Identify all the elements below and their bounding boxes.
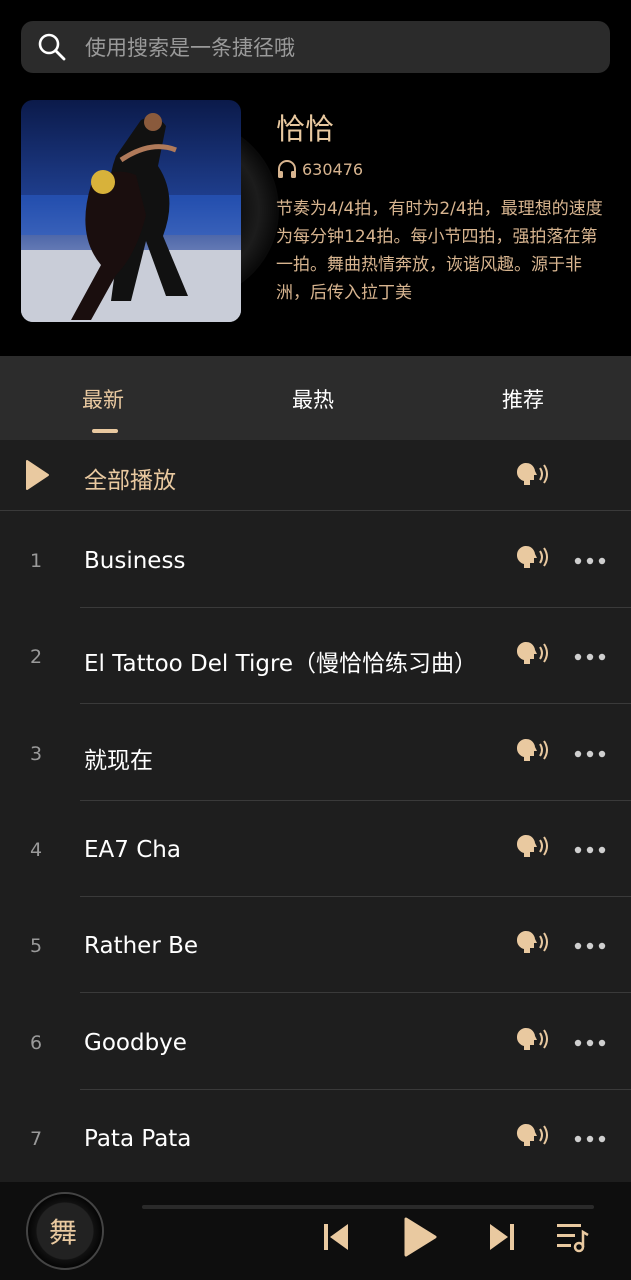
song-title: El Tattoo Del Tigre（慢恰恰练习曲） <box>84 651 478 678</box>
play-all-label: 全部播放 <box>84 468 176 494</box>
progress-bar[interactable] <box>142 1205 594 1209</box>
mini-player: 舞 <box>0 1182 631 1280</box>
more-options-icon[interactable] <box>574 1039 606 1047</box>
voice-icon[interactable] <box>513 927 551 957</box>
voice-icon[interactable] <box>513 831 551 861</box>
song-number: 1 <box>30 550 43 572</box>
album-title: 恰恰 <box>276 112 335 146</box>
next-icon[interactable] <box>488 1220 516 1254</box>
voice-icon[interactable] <box>513 1120 551 1150</box>
more-options-icon[interactable] <box>574 942 606 950</box>
voice-icon[interactable] <box>513 542 551 572</box>
voice-icon[interactable] <box>513 735 551 765</box>
more-options-icon[interactable] <box>574 1135 606 1143</box>
tab-latest[interactable]: 最新 <box>82 384 124 414</box>
song-row[interactable]: 1 Business <box>0 512 631 608</box>
song-list: 全部播放 1 Business 2 El Tattoo Del Tigre（慢恰恰练习… <box>0 440 631 1182</box>
more-options-icon[interactable] <box>574 653 606 661</box>
song-row[interactable]: 3 就现在 <box>0 705 631 801</box>
more-options-icon[interactable] <box>574 557 606 565</box>
search-bar[interactable]: 使用搜索是一条捷径哦 <box>21 21 610 73</box>
song-title: Goodbye <box>84 1029 187 1056</box>
play-count: 630476 <box>276 158 363 180</box>
tab-recommended[interactable]: 推荐 <box>502 384 544 414</box>
song-number: 7 <box>30 1127 43 1150</box>
cover-image <box>21 100 241 322</box>
playlist-icon[interactable] <box>555 1220 591 1254</box>
song-number: 6 <box>30 1031 43 1054</box>
song-row[interactable]: 7 Pata Pata <box>0 1090 631 1182</box>
search-placeholder: 使用搜索是一条捷径哦 <box>85 36 295 60</box>
song-row[interactable]: 6 Goodbye <box>0 994 631 1090</box>
song-title: Pata Pata <box>84 1125 192 1152</box>
more-options-icon[interactable] <box>574 750 606 758</box>
previous-icon[interactable] <box>322 1220 350 1254</box>
song-row[interactable]: 2 El Tattoo Del Tigre（慢恰恰练习曲） <box>0 608 631 705</box>
song-title: EA7 Cha <box>84 836 181 863</box>
play-all-icon <box>26 460 49 490</box>
song-row[interactable]: 4 EA7 Cha <box>0 801 631 897</box>
play-count-value: 630476 <box>302 159 364 179</box>
song-title: Rather Be <box>84 933 199 960</box>
song-number: 2 <box>30 646 43 669</box>
song-row[interactable]: 5 Rather Be <box>0 897 631 994</box>
disc-label: 舞 <box>49 1216 78 1249</box>
voice-icon[interactable] <box>513 638 551 668</box>
voice-icon[interactable] <box>513 459 551 489</box>
tab-hottest[interactable]: 最热 <box>292 384 334 414</box>
album-cover[interactable] <box>21 100 279 322</box>
headphones-icon <box>278 160 296 178</box>
now-playing-disc[interactable]: 舞 <box>26 1192 104 1270</box>
album-description[interactable]: 节奏为4/4拍，有时为2/4拍，最理想的速度为每分钟124拍。每小节四拍，强拍落… <box>276 195 606 303</box>
song-title: 就现在 <box>84 747 153 774</box>
search-icon <box>38 33 66 61</box>
tab-bar: 最新 最热 推荐 <box>0 356 631 440</box>
song-number: 4 <box>30 838 43 861</box>
play-icon[interactable] <box>402 1216 438 1258</box>
tab-indicator <box>92 429 118 433</box>
voice-icon[interactable] <box>513 1024 551 1054</box>
song-number: 3 <box>30 742 43 765</box>
more-options-icon[interactable] <box>574 846 606 854</box>
song-number: 5 <box>30 935 43 958</box>
song-title: Business <box>84 548 186 574</box>
play-all-row[interactable]: 全部播放 <box>0 440 631 511</box>
